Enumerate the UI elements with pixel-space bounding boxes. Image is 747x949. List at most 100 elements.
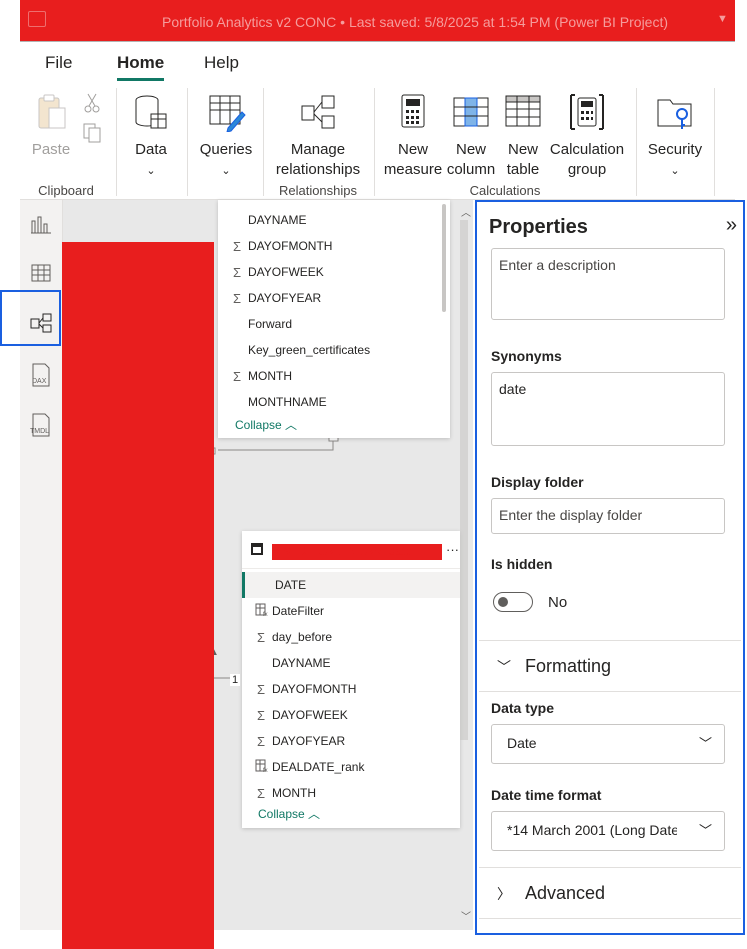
field-row[interactable]: Σ DAYOFYEAR [242, 728, 460, 754]
field-row[interactable]: DATE [242, 572, 460, 598]
field-name: DATE [275, 578, 307, 592]
field-name: DAYOFMONTH [248, 239, 333, 253]
sum-icon: Σ [256, 629, 266, 645]
divider [479, 867, 741, 868]
queries-chevron-down-icon: ⌄ [221, 165, 231, 177]
new-column-label-1: New [455, 141, 486, 158]
table-card-calendar[interactable]: VW_DI_CALENDAR_date ··· DATE fx DateFilter… [242, 531, 460, 828]
field-type-icon: fx [252, 603, 270, 619]
field-name: DAYOFWEEK [272, 708, 348, 722]
menu-bar: File Home Help [20, 42, 735, 82]
display-folder-field[interactable]: Enter the display folder [491, 498, 725, 534]
field-type-icon: Σ [228, 291, 246, 306]
collapse-button-bottom[interactable]: Collapse ︿ [258, 805, 320, 822]
field-type-icon: Σ [228, 265, 246, 280]
redacted-area [62, 242, 214, 949]
data-type-dropdown[interactable]: Date ﹀ [491, 724, 725, 764]
data-button[interactable]: Data ⌄ [126, 92, 176, 181]
paste-button[interactable]: Paste [30, 92, 72, 160]
table-header[interactable]: VW_DI_CALENDAR_date ··· [242, 531, 460, 569]
new-measure-button[interactable]: New measure [383, 92, 443, 180]
field-row[interactable]: Σ MONTH [218, 363, 450, 389]
security-button[interactable]: Security ⌄ [644, 92, 706, 181]
table-card-top[interactable]: DAYNAME Σ DAYOFMONTH Σ DAYOFWEEK Σ DAYOFYEAR Fo… [218, 200, 450, 438]
collapse-button-top[interactable]: Collapse ︿ [235, 416, 297, 433]
field-type-icon: fx [252, 759, 270, 775]
tab-help[interactable]: Help [204, 53, 239, 73]
more-options-icon[interactable]: ··· [446, 542, 459, 557]
canvas-scroll-up-icon[interactable]: ︿ [461, 204, 471, 219]
calculated-column-icon: fx [255, 759, 268, 774]
field-row[interactable]: Σday_before [242, 624, 460, 650]
field-row[interactable]: MONTHNAME [218, 389, 450, 415]
field-row[interactable]: Σ MONTH [242, 780, 460, 806]
cut-button[interactable] [81, 92, 103, 120]
canvas-scrollbar-thumb[interactable] [460, 220, 468, 740]
queries-button[interactable]: Queries ⌄ [196, 92, 256, 181]
table-icon [251, 543, 263, 555]
is-hidden-value: No [548, 594, 568, 611]
synonyms-field[interactable]: date [491, 372, 725, 446]
title-chevron-down-icon[interactable]: ▼ [717, 13, 728, 25]
title-bar: Portfolio Analytics v2 CONC • Last saved… [20, 0, 735, 42]
field-row[interactable]: Σ DAYOFMONTH [242, 676, 460, 702]
security-chevron-down-icon: ⌄ [670, 165, 680, 177]
sum-icon: Σ [232, 238, 242, 254]
table-scrollbar[interactable] [442, 204, 446, 312]
field-row[interactable]: DAYNAME [218, 207, 450, 233]
field-row[interactable]: DAYNAME [242, 650, 460, 676]
formatting-label: Formatting [525, 656, 612, 676]
properties-pane: Properties » Enter a description Synonym… [475, 200, 745, 935]
field-row[interactable]: Key_green_certificates [218, 337, 450, 363]
chevron-right-icon: 〉 [497, 886, 511, 902]
field-type-icon: Σ [252, 786, 270, 801]
field-name: DAYOFWEEK [248, 265, 324, 279]
description-field[interactable]: Enter a description [491, 248, 725, 320]
relationships-label: relationships [275, 161, 361, 178]
svg-text:fx: fx [263, 768, 268, 772]
collapse-pane-icon[interactable]: » [726, 214, 737, 237]
field-name: DEALDATE_rank [272, 760, 365, 774]
sum-icon: Σ [256, 733, 266, 749]
copy-button[interactable] [81, 122, 103, 150]
field-row[interactable]: Σ DAYOFWEEK [242, 702, 460, 728]
ribbon-separator [187, 88, 188, 196]
advanced-section-header[interactable]: 〉 Advanced [497, 883, 605, 904]
report-view-button[interactable] [26, 210, 56, 240]
chevron-up-icon: ︿ [285, 418, 298, 432]
field-row[interactable]: Forward [218, 311, 450, 337]
is-hidden-toggle[interactable] [493, 592, 533, 612]
datetime-format-dropdown[interactable]: *14 March 2001 (Long Date) ﹀ [491, 811, 725, 851]
field-type-icon: Σ [228, 369, 246, 384]
sum-icon: Σ [232, 290, 242, 306]
new-column-button[interactable]: New column [444, 92, 498, 180]
field-row[interactable]: Σ DAYOFYEAR [218, 285, 450, 311]
tmdl-view-button[interactable]: TMDL [26, 410, 56, 440]
field-type-icon: Σ [252, 682, 270, 697]
relationships-group-label: Relationships [278, 183, 358, 198]
manage-relationships-button[interactable]: Manage relationships [272, 92, 364, 180]
data-type-value: Date [507, 735, 537, 751]
new-table-button[interactable]: New table [500, 92, 546, 180]
display-folder-label: Display folder [491, 474, 584, 490]
calculated-column-icon: fx [255, 603, 267, 618]
field-row[interactable]: fx DateFilter [242, 598, 460, 624]
tab-file[interactable]: File [45, 53, 72, 73]
tmdl-label: TMDL [30, 428, 49, 435]
divider [479, 640, 741, 641]
dax-query-view-button[interactable]: DAX [26, 360, 56, 390]
table-view-button[interactable] [26, 258, 56, 288]
calculation-group-button[interactable]: Calculation group [548, 92, 626, 180]
dax-query-icon: DAX [32, 363, 50, 387]
ribbon-separator [714, 88, 715, 196]
formatting-section-header[interactable]: ﹀ Formatting [497, 656, 611, 677]
canvas-scroll-down-icon[interactable]: ﹀ [461, 908, 471, 923]
security-folder-key-icon [657, 99, 692, 129]
tab-home[interactable]: Home [117, 53, 165, 81]
field-row[interactable]: fx DEALDATE_rank [242, 754, 460, 780]
calculation-group-icon [570, 94, 604, 130]
field-row[interactable]: Σ DAYOFWEEK [218, 259, 450, 285]
advanced-label: Advanced [525, 883, 606, 903]
chevron-down-icon: ﹀ [497, 659, 511, 675]
field-row[interactable]: Σ DAYOFMONTH [218, 233, 450, 259]
